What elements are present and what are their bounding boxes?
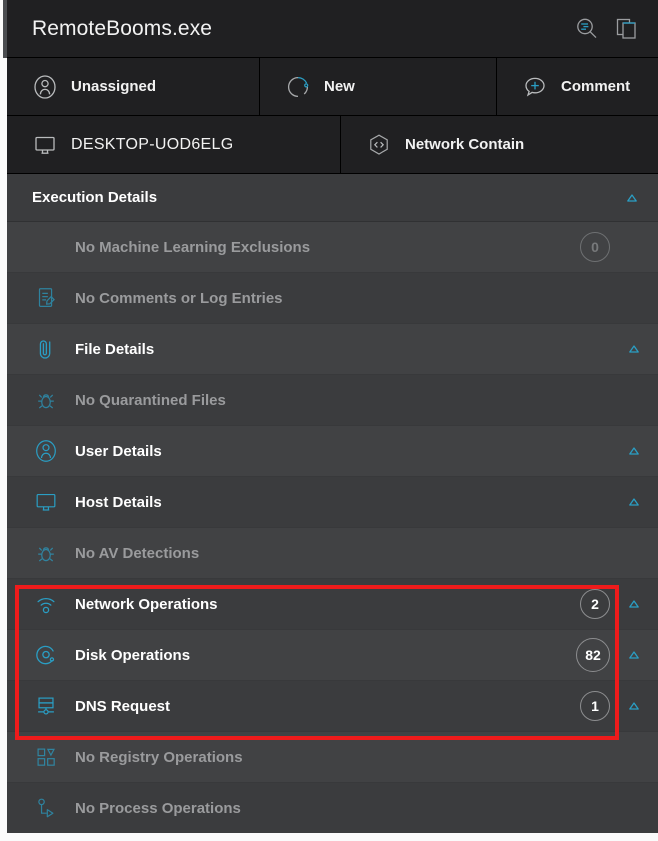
triangle-up-icon[interactable] [624,190,640,206]
paperclip-icon [32,335,60,363]
comment-plus-icon [522,74,548,100]
title-actions [574,16,640,42]
copy-icon[interactable] [614,16,640,42]
detail-row[interactable]: No Comments or Log Entries [7,273,658,324]
left-gutter [0,0,7,841]
detail-row-label: Network Operations [75,595,218,613]
tab-comment-label: Comment [561,78,631,95]
user-circle-icon [32,437,60,465]
triangle-up-icon[interactable] [626,443,642,459]
detail-row-label: No Comments or Log Entries [75,289,283,307]
detail-row-label: No AV Detections [75,544,200,562]
count-badge: 82 [576,638,610,672]
tab-new[interactable]: New [260,58,497,115]
bug-icon [32,386,60,414]
detail-row-list: No Machine Learning Exclusions 0 No Commen… [7,222,658,833]
bug-icon [32,539,60,567]
count-badge: 0 [580,232,610,262]
detail-row[interactable]: No Registry Operations [7,732,658,783]
user-circle-icon [32,74,58,100]
detail-row-label: User Details [75,442,162,460]
wifi-icon [32,590,60,618]
detail-row[interactable]: Host Details [7,477,658,528]
tab-network-contain[interactable]: Network Contain [341,116,658,173]
note-edit-icon [32,284,60,312]
count-badge: 2 [580,589,610,619]
detail-row[interactable]: File Details [7,324,658,375]
detail-row-label: No Quarantined Files [75,391,226,409]
tab-hostname-label: DESKTOP-UOD6ELG [71,135,234,153]
detail-row-label: File Details [75,340,155,358]
detail-row-label: Disk Operations [75,646,191,664]
dns-icon [32,692,60,720]
section-header-execution-details[interactable]: Execution Details [7,174,658,222]
search-events-icon[interactable] [574,16,600,42]
triangle-up-icon[interactable] [626,596,642,612]
detail-row-label: No Process Operations [75,799,241,817]
triangle-up-icon[interactable] [626,698,642,714]
event-detail-panel: RemoteBooms.exe Unassigned New Comment D… [0,0,658,841]
section-title: Execution Details [32,189,158,206]
detail-row-label: No Registry Operations [75,748,243,766]
detail-row[interactable]: Disk Operations 82 [7,630,658,681]
context-tab-row: DESKTOP-UOD6ELG Network Contain [7,116,658,174]
detail-row[interactable]: User Details [7,426,658,477]
monitor-icon [32,488,60,516]
title-bar: RemoteBooms.exe [7,0,658,58]
detail-row-label: DNS Request [75,697,171,715]
disk-icon [32,641,60,669]
count-badge: 1 [580,691,610,721]
monitor-icon [32,132,58,158]
tab-new-label: New [324,78,355,95]
registry-icon [32,743,60,771]
detail-row[interactable]: No AV Detections [7,528,658,579]
hexagon-code-icon [366,132,392,158]
detail-row[interactable]: No Machine Learning Exclusions 0 [7,222,658,273]
panel-body: RemoteBooms.exe Unassigned New Comment D… [7,0,658,833]
process-icon [32,794,60,822]
tab-comment[interactable]: Comment [497,58,658,115]
detail-row-label: Host Details [75,493,162,511]
triangle-up-icon[interactable] [626,494,642,510]
tab-network-contain-label: Network Contain [405,136,525,153]
triangle-up-icon[interactable] [626,341,642,357]
page-title: RemoteBooms.exe [32,16,213,40]
status-tab-row: Unassigned New Comment [7,58,658,116]
status-circle-icon [285,74,311,100]
tab-unassigned[interactable]: Unassigned [7,58,260,115]
tab-hostname[interactable]: DESKTOP-UOD6ELG [7,116,341,173]
detail-row[interactable]: No Quarantined Files [7,375,658,426]
detail-row[interactable]: DNS Request 1 [7,681,658,732]
detail-row[interactable]: No Process Operations [7,783,658,833]
triangle-up-icon[interactable] [626,647,642,663]
detail-row-label: No Machine Learning Exclusions [75,238,311,256]
detail-row[interactable]: Network Operations 2 [7,579,658,630]
tab-unassigned-label: Unassigned [71,78,157,95]
bottom-edge [0,833,658,841]
